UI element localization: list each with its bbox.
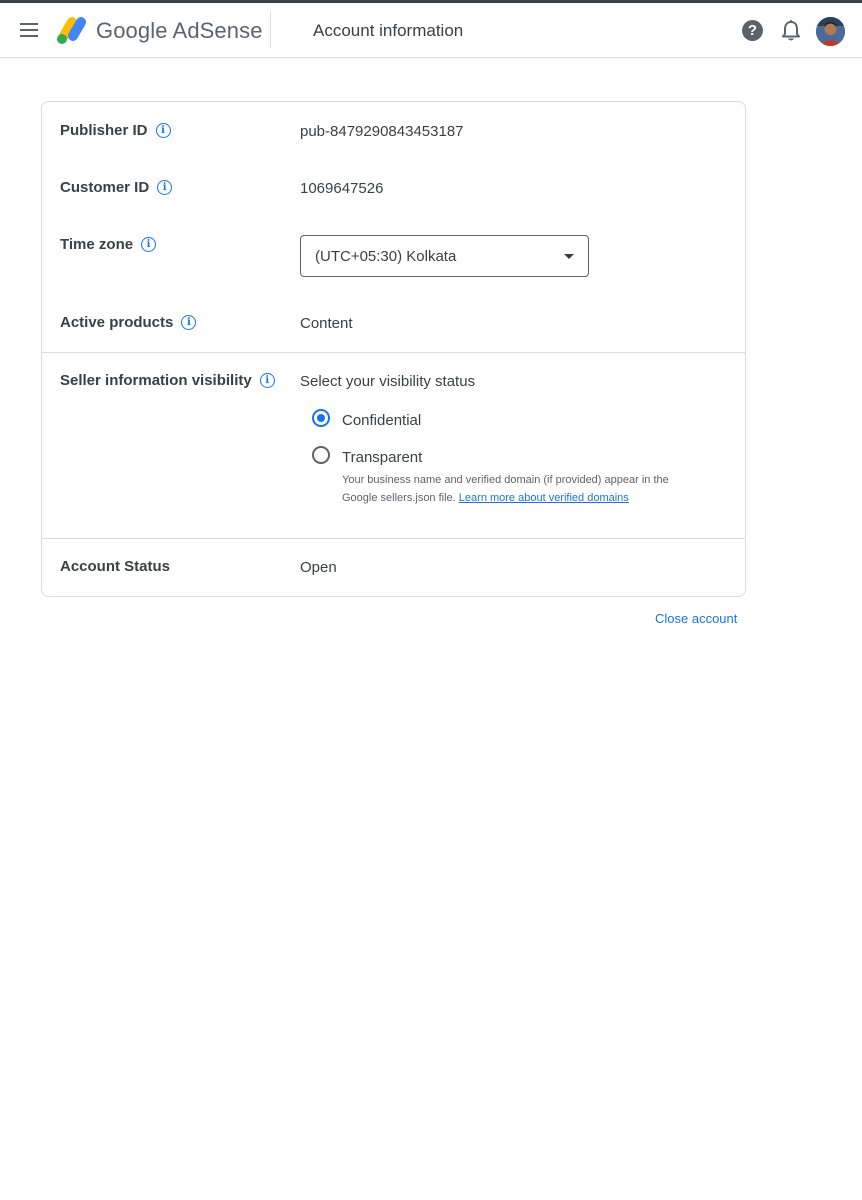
bell-icon[interactable] [780, 19, 802, 43]
radio-transparent-label[interactable]: Transparent [342, 449, 422, 466]
active-products-label: Active products [60, 314, 174, 331]
time-zone-selected: (UTC+05:30) Kolkata [315, 248, 457, 265]
app-header: Google AdSense Account information ? [0, 3, 862, 58]
seller-visibility-label: Seller information visibility [60, 372, 252, 389]
radio-confidential-label[interactable]: Confidential [342, 412, 421, 429]
publisher-id-row-label: Publisher ID i [60, 122, 171, 139]
avatar[interactable] [816, 17, 845, 46]
section-divider [42, 538, 745, 539]
account-status-row-label: Account Status [60, 558, 170, 575]
active-products-value: Content [300, 315, 353, 332]
customer-id-label: Customer ID [60, 179, 150, 196]
customer-id-row-label: Customer ID i [60, 179, 173, 196]
active-products-row-label: Active products i [60, 314, 197, 331]
radio-transparent[interactable] [312, 446, 330, 464]
time-zone-row-label: Time zone i [60, 236, 157, 253]
visibility-prompt: Select your visibility status [300, 373, 476, 390]
publisher-id-value: pub-8479290843453187 [300, 123, 464, 140]
header-divider [270, 12, 271, 48]
learn-more-verified-domains-link[interactable]: Learn more about verified domains [459, 492, 629, 504]
brand-name: Google AdSense [96, 18, 263, 43]
time-zone-label: Time zone [60, 236, 134, 253]
account-info-card: Publisher ID i pub-8479290843453187 Cust… [41, 101, 746, 597]
transparent-helper-text: Your business name and verified domain (… [342, 471, 692, 507]
time-zone-select[interactable]: (UTC+05:30) Kolkata [300, 235, 589, 277]
publisher-id-info-icon[interactable]: i [155, 123, 171, 138]
caret-down-icon [564, 254, 574, 259]
customer-id-value: 1069647526 [300, 180, 384, 197]
help-icon[interactable]: ? [742, 20, 763, 41]
seller-visibility-info-icon[interactable]: i [259, 373, 275, 388]
seller-visibility-row-label: Seller information visibility i [60, 372, 275, 389]
publisher-id-label: Publisher ID [60, 122, 148, 139]
menu-icon[interactable] [14, 15, 44, 45]
page-title: Account information [313, 21, 464, 40]
account-status-value: Open [300, 559, 337, 576]
customer-id-info-icon[interactable]: i [157, 180, 173, 195]
time-zone-info-icon[interactable]: i [141, 237, 157, 252]
radio-confidential[interactable] [312, 409, 330, 427]
close-account-link[interactable]: Close account [655, 611, 737, 626]
section-divider [42, 352, 745, 353]
adsense-logo[interactable] [56, 15, 88, 45]
account-status-label: Account Status [60, 558, 171, 575]
active-products-info-icon[interactable]: i [181, 315, 197, 330]
